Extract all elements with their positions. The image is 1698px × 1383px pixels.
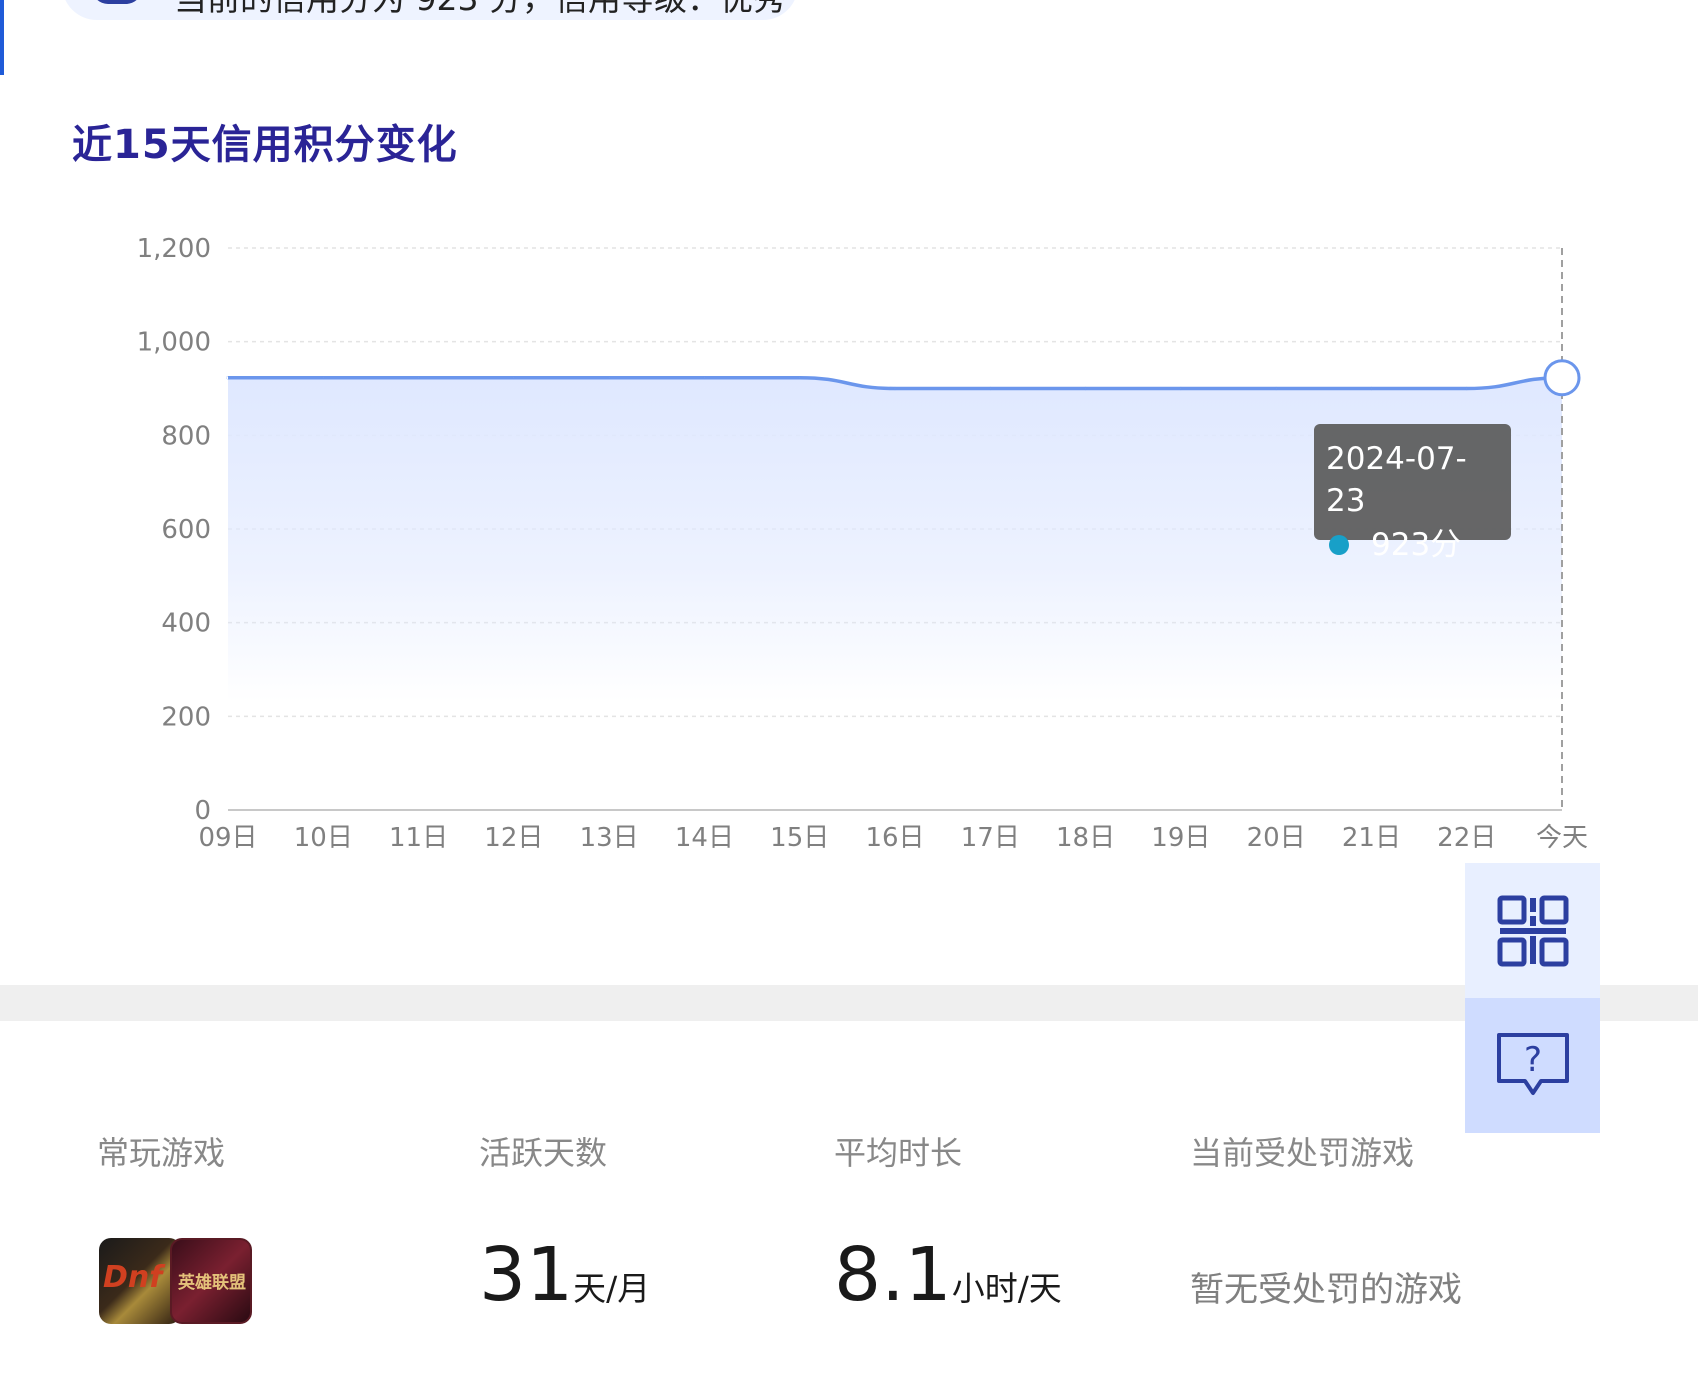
x-tick-label: 17日 <box>961 823 1020 853</box>
credit-summary-banner: 当前的信用分为 923 分，信用等级：优秀 <box>62 0 798 20</box>
x-tick-label: 20日 <box>1247 823 1306 853</box>
chat-icon <box>92 0 142 4</box>
frequent-games-label: 常玩游戏 <box>97 1134 226 1172</box>
help-chat-icon: ? <box>1496 1032 1569 1095</box>
lol-logo-text: 英雄联盟 <box>178 1273 246 1293</box>
active-days-number: 31 <box>479 1232 574 1318</box>
y-tick-label: 400 <box>161 609 211 639</box>
x-tick-label: 11日 <box>389 823 448 853</box>
qr-code-button[interactable] <box>1465 863 1600 998</box>
league-of-legends-icon[interactable]: 英雄联盟 <box>170 1238 252 1324</box>
x-tick-label: 19日 <box>1151 823 1210 853</box>
y-tick-label: 600 <box>161 515 211 545</box>
qr-code-icon <box>1497 895 1568 966</box>
section-divider <box>0 985 1698 1021</box>
avg-duration-unit: 小时/天 <box>951 1269 1062 1308</box>
no-punishment-text: 暂无受处罚的游戏 <box>1190 1270 1462 1310</box>
tooltip-series-dot <box>1329 535 1349 555</box>
x-tick-label: 09日 <box>198 823 257 853</box>
x-tick-label: 13日 <box>580 823 639 853</box>
x-tick-label: 18日 <box>1056 823 1115 853</box>
svg-text:?: ? <box>1523 1040 1541 1080</box>
chart-tooltip: 2024-07-23 923分 <box>1314 424 1511 563</box>
y-tick-label: 1,000 <box>137 328 211 358</box>
active-days-value: 31天/月 <box>479 1238 650 1312</box>
x-tick-label: 14日 <box>675 823 734 853</box>
credit-summary-text: 当前的信用分为 923 分，信用等级：优秀 <box>174 0 786 20</box>
avg-duration-value: 8.1小时/天 <box>834 1238 1062 1312</box>
x-tick-label: 22日 <box>1437 823 1496 853</box>
y-tick-label: 1,200 <box>137 234 211 264</box>
y-tick-label: 0 <box>194 796 211 826</box>
section-title: 近15天信用积分变化 <box>72 122 458 168</box>
dnf-logo-text: Dnf <box>103 1260 163 1295</box>
punished-games-label: 当前受处罚游戏 <box>1190 1134 1415 1172</box>
tooltip-date: 2024-07-23 <box>1326 441 1467 519</box>
help-button[interactable]: ? <box>1465 998 1600 1133</box>
x-tick-label: 今天 <box>1536 823 1588 853</box>
x-tick-label: 16日 <box>865 823 924 853</box>
dnf-icon[interactable]: Dnf <box>99 1238 181 1324</box>
y-tick-label: 200 <box>161 702 211 732</box>
x-tick-label: 15日 <box>770 823 829 853</box>
x-tick-label: 21日 <box>1342 823 1401 853</box>
avg-duration-number: 8.1 <box>834 1232 952 1318</box>
active-days-unit: 天/月 <box>573 1269 651 1308</box>
x-tick-label: 12日 <box>484 823 543 853</box>
y-tick-label: 800 <box>161 421 211 451</box>
tooltip-value: 923分 <box>1371 527 1462 563</box>
x-tick-label: 10日 <box>294 823 353 853</box>
active-days-label: 活跃天数 <box>479 1134 608 1172</box>
avg-duration-label: 平均时长 <box>834 1134 963 1172</box>
highlighted-point <box>1543 359 1581 397</box>
